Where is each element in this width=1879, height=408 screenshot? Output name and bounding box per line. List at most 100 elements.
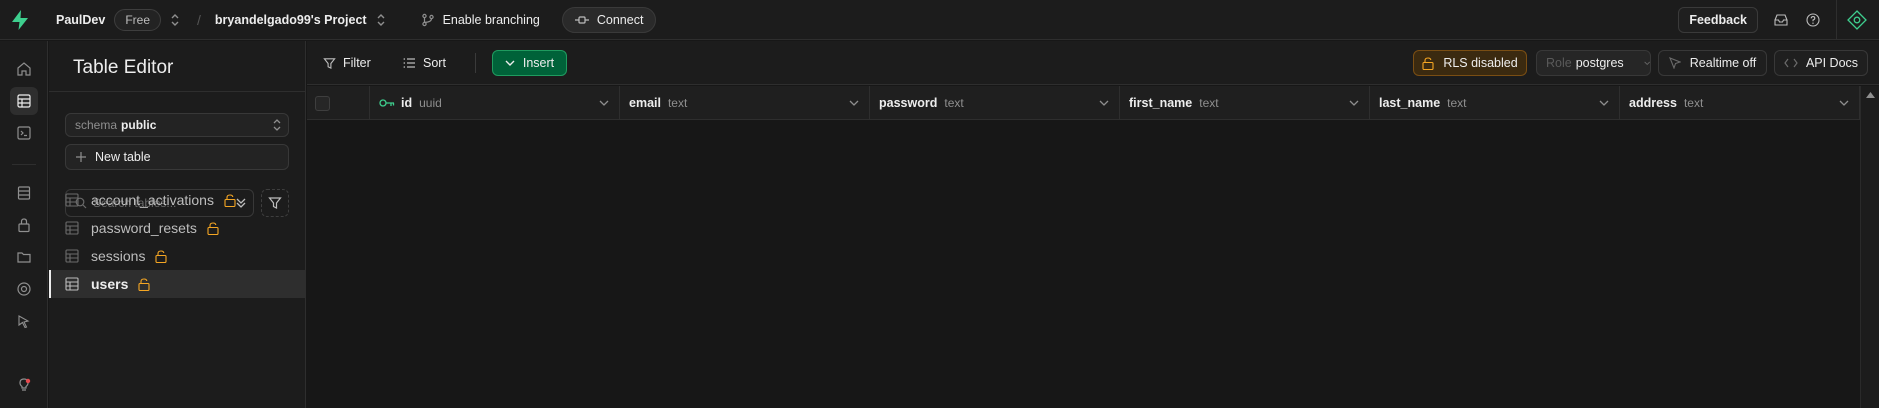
nav-rail [0,41,48,408]
help-icon[interactable] [1804,11,1822,29]
new-table-label: New table [95,150,151,164]
plan-badge: Free [114,8,162,31]
nav-realtime-icon[interactable] [10,275,38,303]
unlocked-icon [207,221,219,235]
table-name: users [91,276,129,292]
enable-branching-button[interactable]: Enable branching [421,13,540,27]
table-list-item[interactable]: account_activations [49,186,306,214]
column-name: first_name [1129,96,1193,110]
org-switcher-icon[interactable] [167,12,183,28]
cursor-icon [1668,57,1681,69]
chevron-down-icon[interactable] [1349,96,1359,110]
select-all-cell [307,86,370,120]
table-list-item[interactable]: password_resets [49,214,306,242]
grid-toolbar: Filter Sort Insert RLS disabled Role pos… [307,41,1879,85]
unlocked-icon [224,193,236,207]
column-name: email [629,96,661,110]
unlocked-icon [138,277,150,291]
chevron-down-icon [505,60,515,66]
plug-icon [574,15,589,24]
column-name: last_name [1379,96,1441,110]
rls-label: RLS disabled [1443,56,1518,70]
sort-button[interactable]: Sort [403,51,446,75]
table-name: sessions [91,248,146,264]
nav-table-editor-icon[interactable] [10,87,38,115]
schema-label: schema [75,118,118,132]
table-name: account_activations [91,192,214,208]
column-header[interactable]: address text [1620,86,1860,120]
rls-disabled-button[interactable]: RLS disabled [1413,50,1527,76]
rail-divider [12,164,36,165]
nav-sql-editor-icon[interactable] [10,119,38,147]
table-list-item[interactable]: sessions [49,242,306,270]
nav-home-icon[interactable] [10,55,38,83]
schema-value: public [121,118,157,132]
sort-label: Sort [423,56,446,70]
project-switcher-icon[interactable] [373,12,389,28]
table-editor-sidebar: Table Editor schema public New table acc… [49,41,306,408]
chevron-down-icon[interactable] [599,96,609,110]
insert-label: Insert [522,56,555,70]
topbar-divider [1836,0,1837,40]
breadcrumb-separator: / [197,11,201,28]
chevron-down-icon [1644,61,1650,65]
project-name[interactable]: bryandelgado99's Project [215,13,367,27]
column-header[interactable]: id uuid [370,86,620,120]
org-name[interactable]: PaulDev [56,13,105,27]
chevron-down-icon[interactable] [1099,96,1109,110]
select-all-checkbox[interactable] [315,95,330,111]
role-value: postgres [1575,56,1624,70]
table-name: password_resets [91,220,197,236]
nav-database-icon[interactable] [10,179,38,207]
unlocked-icon [1422,56,1434,70]
git-branch-icon [421,13,434,26]
vertical-scrollbar[interactable] [1860,86,1879,408]
table-icon [65,221,79,235]
code-icon [1784,58,1798,68]
toolbar-divider [475,53,476,73]
api-docs-button[interactable]: API Docs [1774,50,1868,76]
insert-button[interactable]: Insert [492,50,567,76]
filter-button[interactable]: Filter [323,51,371,75]
column-header[interactable]: email text [620,86,870,120]
column-type: text [667,96,688,110]
table-icon [65,249,79,263]
chevron-down-icon[interactable] [1599,96,1609,110]
nav-functions-icon[interactable] [10,307,38,335]
new-table-button[interactable]: New table [65,144,289,170]
column-type: text [1199,96,1219,110]
nav-auth-icon[interactable] [10,211,38,239]
scroll-up-arrow-icon[interactable] [1866,92,1875,98]
column-name: address [1629,96,1677,110]
sidebar-divider [49,91,306,92]
list-sort-icon [403,58,415,68]
nav-storage-icon[interactable] [10,243,38,271]
realtime-toggle-button[interactable]: Realtime off [1658,50,1767,76]
chevron-down-icon[interactable] [849,96,859,110]
realtime-label: Realtime off [1689,56,1757,70]
grid-body-empty[interactable] [307,121,1860,408]
column-type: text [1683,96,1704,110]
filter-label: Filter [343,56,371,70]
inbox-icon[interactable] [1772,11,1790,29]
column-header[interactable]: last_name text [1370,86,1620,120]
api-docs-label: API Docs [1805,56,1859,70]
column-name: password [879,96,938,110]
chevron-down-icon[interactable] [1839,96,1849,110]
supabase-logo-icon[interactable] [0,0,40,40]
table-icon [65,193,79,207]
schema-selector[interactable]: schema public [65,113,289,137]
nav-advisor-icon[interactable] [10,371,38,399]
enable-branching-label: Enable branching [442,12,540,27]
column-header[interactable]: password text [870,86,1120,120]
connect-label: Connect [596,12,644,27]
column-type: uuid [419,96,442,110]
connect-button[interactable]: Connect [561,6,657,33]
table-list-item-selected[interactable]: users [49,270,306,298]
role-selector[interactable]: Role postgres [1536,50,1651,76]
feedback-button[interactable]: Feedback [1678,7,1758,33]
role-key: Role [1546,56,1572,70]
grid-header-row: id uuid email text password text first_n… [307,86,1860,120]
assistant-icon[interactable] [1847,10,1867,30]
column-header[interactable]: first_name text [1120,86,1370,120]
